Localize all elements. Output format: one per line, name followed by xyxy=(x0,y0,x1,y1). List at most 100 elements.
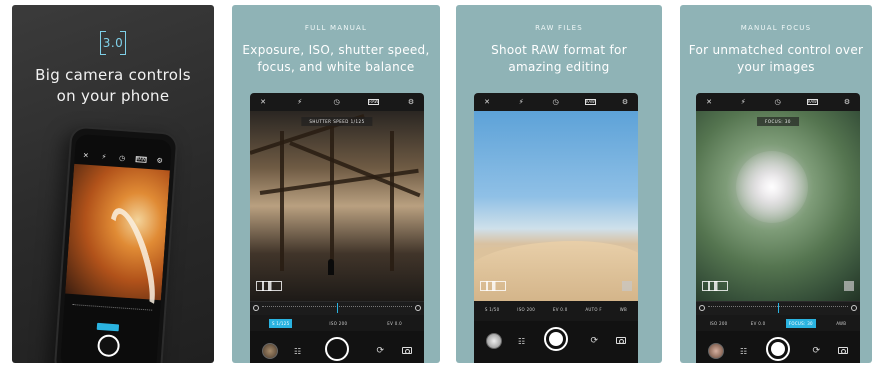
shutter-button[interactable] xyxy=(544,327,568,351)
viewfinder[interactable] xyxy=(474,111,638,301)
phone1-topbar: ✕ ⚡ ◷ RAW ⚙ xyxy=(81,151,165,165)
dial-indicator xyxy=(337,303,338,313)
param-badge: SHUTTER SPEED 1/125 xyxy=(301,117,373,126)
grid-icon[interactable]: ☷ xyxy=(294,347,301,356)
flash-off-icon[interactable]: ✕ xyxy=(258,98,268,106)
camera-bottom-bar: ☷ ⟳ xyxy=(696,331,860,363)
grid-icon[interactable]: ☷ xyxy=(518,337,525,346)
panel1-headline-line2: on your phone xyxy=(56,87,170,105)
panel3-kicker: RAW FILES xyxy=(535,24,583,32)
timer-icon[interactable]: ◷ xyxy=(773,98,783,106)
camera-mode-icon[interactable] xyxy=(838,347,848,354)
promo-panel-big-controls: 3.0 Big camera controls on your phone ✕ … xyxy=(12,5,214,363)
tunnel-arc xyxy=(101,203,165,319)
param-row: S 1/125 ISO 200 EV 0.0 xyxy=(250,315,424,331)
raw-icon[interactable]: RAW xyxy=(135,156,147,163)
flash-off-icon[interactable]: ✕ xyxy=(81,151,91,160)
dial-min-icon xyxy=(253,305,259,311)
shutter-button[interactable] xyxy=(766,337,790,361)
viewfinder[interactable]: FOCUS: 30 xyxy=(696,111,860,301)
param-focus[interactable]: AUTO F xyxy=(582,305,605,314)
phone1-shutter-button[interactable] xyxy=(96,333,121,358)
app-logo: 3.0 xyxy=(100,31,126,55)
phone1-viewfinder[interactable] xyxy=(65,163,170,319)
gallery-thumbnail[interactable] xyxy=(262,343,278,359)
switch-camera-icon[interactable]: ⟳ xyxy=(590,336,598,346)
camera-topbar: ✕ ⚡ ◷ RAW ⚙ xyxy=(696,93,860,111)
sand-dune-front xyxy=(474,241,638,301)
dandelion-subject xyxy=(736,151,808,223)
param-badge: FOCUS: 30 xyxy=(757,117,799,126)
panel4-headline: For unmatched control over your images xyxy=(688,43,864,74)
param-shutter[interactable]: S 1/50 xyxy=(482,305,503,314)
settings-icon[interactable]: ⚙ xyxy=(842,98,852,106)
switch-camera-icon[interactable]: ⟳ xyxy=(376,346,384,356)
panel3-headline: Shoot RAW format for amazing editing xyxy=(491,43,627,74)
timer-icon[interactable]: ◷ xyxy=(117,154,127,163)
flash-off-icon[interactable]: ✕ xyxy=(482,98,492,106)
angled-phone-mockup: ✕ ⚡ ◷ RAW ⚙ xyxy=(53,125,179,363)
promo-panel-manual-focus: MANUAL FOCUS For unmatched control over … xyxy=(680,5,872,363)
focus-off-icon[interactable]: ⚡ xyxy=(516,98,526,106)
param-iso[interactable]: ISO 200 xyxy=(514,305,538,314)
param-dial[interactable] xyxy=(250,301,424,315)
raw-icon[interactable]: RAW xyxy=(806,99,818,105)
panel4-kicker: MANUAL FOCUS xyxy=(740,24,812,32)
panel2-headline: Exposure, ISO, shutter speed, focus, and… xyxy=(242,43,430,74)
shutter-button[interactable] xyxy=(325,337,349,361)
panel1-headline: Big camera controls on your phone xyxy=(12,65,214,107)
phone-mockup-raw: ✕ ⚡ ◷ RAW ⚙ S 1/50 ISO 200 EV 0.0 AUTO F… xyxy=(474,93,638,363)
dial-max-icon xyxy=(851,305,857,311)
param-focus[interactable]: FOCUS: 30 xyxy=(785,318,816,328)
camera-topbar: ✕ ⚡ ◷ RAW ⚙ xyxy=(250,93,424,111)
settings-icon[interactable]: ⚙ xyxy=(154,157,164,165)
focus-off-icon[interactable]: ⚡ xyxy=(99,153,109,162)
roof-beam xyxy=(289,141,421,198)
focus-off-icon[interactable]: ⚡ xyxy=(295,98,305,106)
phone-mockup-full-manual: ✕ ⚡ ◷ RAW ⚙ SHUTTER SPEED 1/125 S 1/125 … xyxy=(250,93,424,363)
histogram xyxy=(480,281,506,291)
param-shutter[interactable]: S 1/125 xyxy=(268,318,293,328)
timer-icon[interactable]: ◷ xyxy=(332,98,342,106)
camera-mode-icon[interactable] xyxy=(616,337,626,344)
camera-bottom-bar: ☷ ⟳ xyxy=(474,321,638,363)
flash-off-icon[interactable]: ✕ xyxy=(704,98,714,106)
preview-square xyxy=(844,281,854,291)
focus-off-icon[interactable]: ⚡ xyxy=(738,98,748,106)
camera-mode-icon[interactable] xyxy=(402,347,412,354)
settings-icon[interactable]: ⚙ xyxy=(620,98,630,106)
param-ev[interactable]: EV 0.0 xyxy=(748,319,769,328)
phone-mockup-focus: ✕ ⚡ ◷ RAW ⚙ FOCUS: 30 ISO 200 EV 0.0 FOC… xyxy=(696,93,860,363)
panel1-headline-line1: Big camera controls xyxy=(35,66,191,84)
phone1-active-param[interactable] xyxy=(96,322,120,332)
param-wb[interactable]: WB xyxy=(617,305,630,314)
param-dial[interactable] xyxy=(696,301,860,315)
switch-camera-icon[interactable]: ⟳ xyxy=(812,346,820,356)
settings-icon[interactable]: ⚙ xyxy=(406,98,416,106)
param-ev[interactable]: EV 0.0 xyxy=(384,319,405,328)
raw-icon[interactable]: RAW xyxy=(368,99,380,105)
viewfinder[interactable]: SHUTTER SPEED 1/125 xyxy=(250,111,424,301)
param-ev[interactable]: EV 0.0 xyxy=(550,305,571,314)
timer-icon[interactable]: ◷ xyxy=(551,98,561,106)
roof-pillar xyxy=(280,131,284,271)
param-iso[interactable]: ISO 200 xyxy=(707,319,731,328)
raw-icon[interactable]: RAW xyxy=(584,99,596,105)
param-iso[interactable]: ISO 200 xyxy=(326,319,350,328)
roof-pillar xyxy=(330,121,334,271)
histogram xyxy=(702,281,728,291)
dial-min-icon xyxy=(699,305,705,311)
gallery-thumbnail[interactable] xyxy=(486,333,502,349)
preview-square xyxy=(622,281,632,291)
histogram xyxy=(256,281,282,291)
camera-topbar: ✕ ⚡ ◷ RAW ⚙ xyxy=(474,93,638,111)
grid-icon[interactable]: ☷ xyxy=(740,347,747,356)
panel2-kicker: FULL MANUAL xyxy=(304,24,368,32)
person-silhouette xyxy=(328,259,334,275)
gallery-thumbnail[interactable] xyxy=(708,343,724,359)
promo-panel-raw-files: RAW FILES Shoot RAW format for amazing e… xyxy=(456,5,662,363)
dial-indicator xyxy=(778,303,779,313)
roof-pillar xyxy=(390,131,394,271)
dial-max-icon xyxy=(415,305,421,311)
param-wb[interactable]: AWB xyxy=(833,319,849,328)
